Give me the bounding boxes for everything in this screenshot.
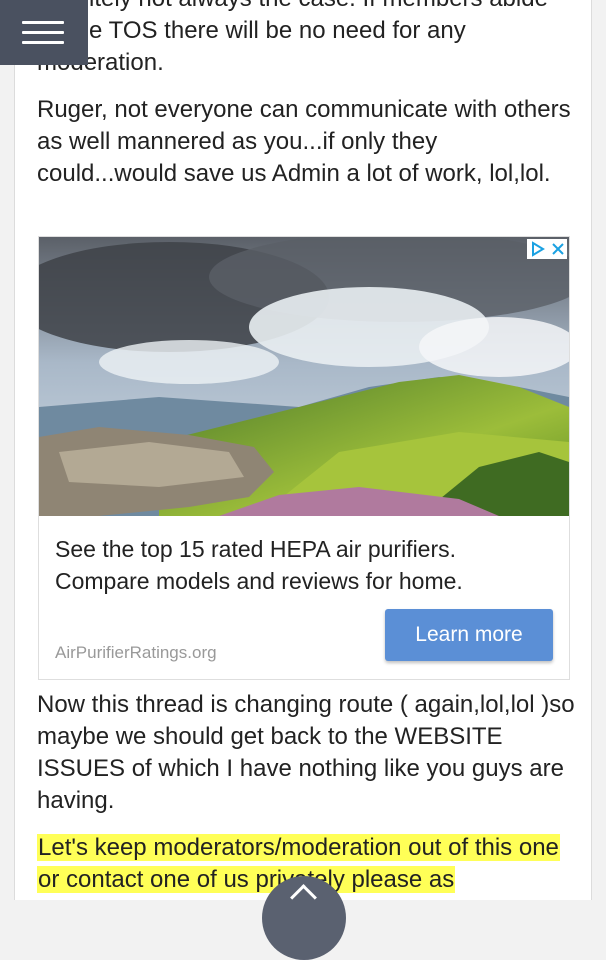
hamburger-menu-icon [22,21,64,24]
advertisement[interactable]: See the top 15 rated HEPA air purifiers.… [38,236,570,680]
ad-text[interactable]: See the top 15 rated HEPA air purifiers.… [55,533,555,597]
ad-controls [527,239,567,259]
close-icon[interactable] [551,242,565,256]
scroll-to-top-button[interactable] [262,876,346,960]
chevron-up-icon [290,884,317,911]
ad-image[interactable] [39,237,569,516]
ad-source[interactable]: AirPurifierRatings.org [55,643,217,663]
post-content: definitely not always the case. If membe… [14,0,592,900]
adchoices-icon[interactable] [530,241,546,257]
post-paragraph-3: Now this thread is changing route ( agai… [37,691,575,814]
learn-more-button[interactable]: Learn more [385,609,553,661]
post-paragraph-partial: definitely not always the case. If membe… [37,0,548,76]
post-paragraph-2: Ruger, not everyone can communicate with… [37,96,571,187]
menu-button[interactable] [0,0,88,65]
